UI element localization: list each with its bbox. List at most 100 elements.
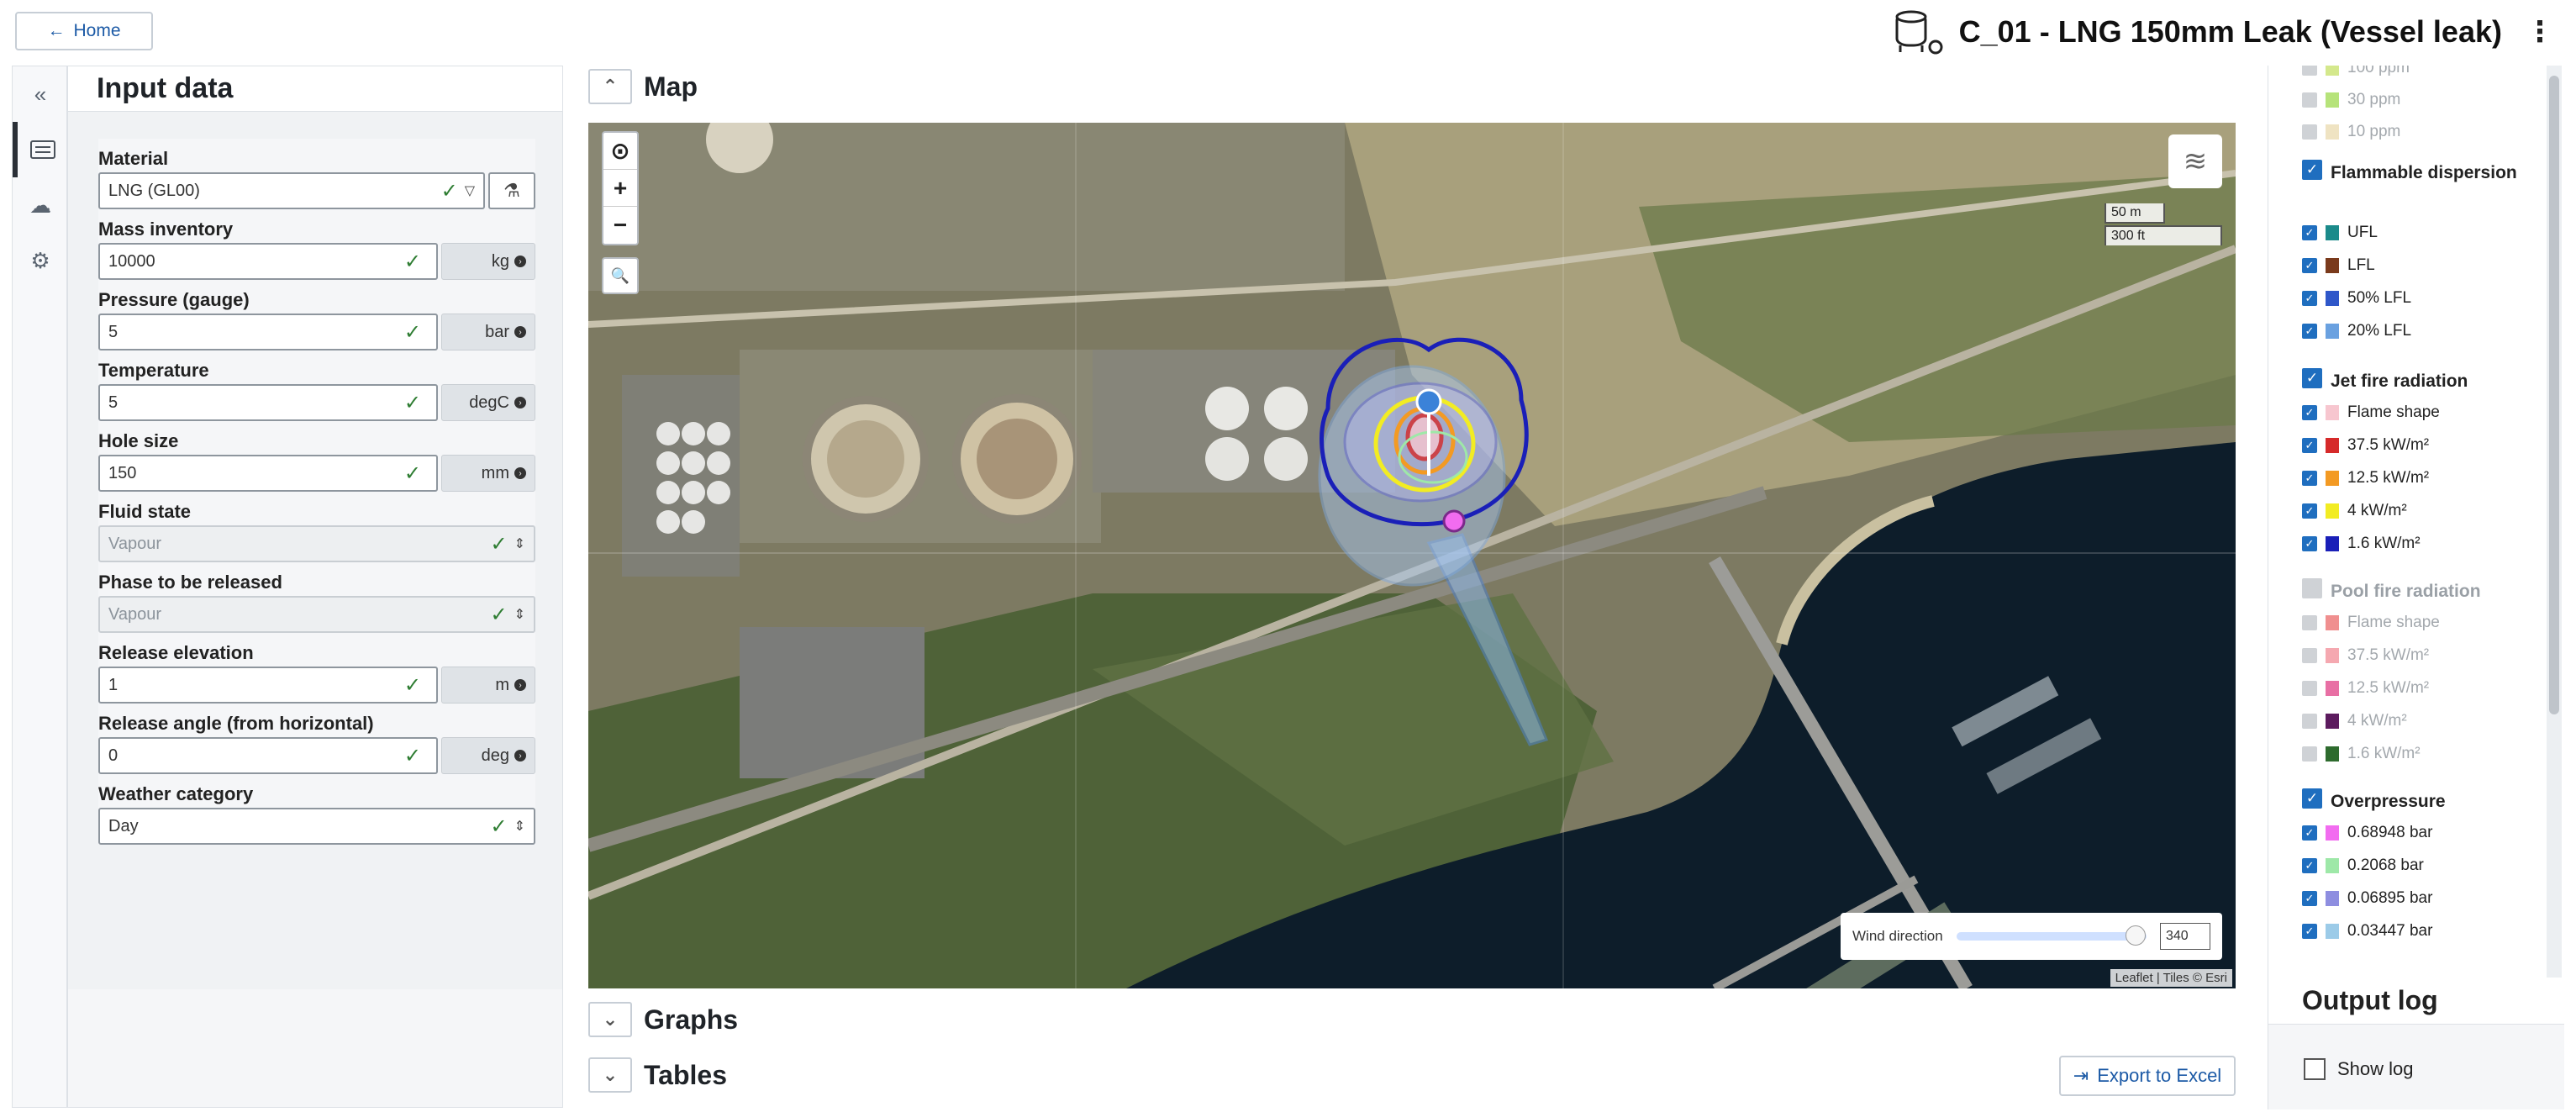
field-input[interactable]: 10000 ✓	[98, 243, 438, 280]
legend-item[interactable]: ✓ 0.2068 bar	[2302, 856, 2424, 875]
legend-checkbox[interactable]: ✓	[2302, 438, 2317, 453]
legend-checkbox[interactable]: ✓	[2302, 924, 2317, 939]
legend-item[interactable]: 100 ppm	[2302, 66, 2410, 77]
legend-item[interactable]: ✓ UFL	[2302, 224, 2378, 242]
zoom-out-button[interactable]: −	[603, 207, 637, 244]
legend-checkbox[interactable]: ✓	[2302, 225, 2317, 240]
settings-gear-icon[interactable]: ⚙	[13, 233, 68, 288]
unit-selector[interactable]: mm ›	[441, 455, 535, 492]
legend-group-checkbox[interactable]: ✓	[2302, 788, 2322, 809]
legend-item[interactable]: ✓ 0.06895 bar	[2302, 889, 2432, 908]
dropdown-arrow-icon[interactable]: ▽	[465, 182, 475, 199]
legend-checkbox[interactable]: ✓	[2302, 291, 2317, 306]
legend-scrollbar[interactable]	[2547, 66, 2562, 978]
field-input[interactable]: LNG (GL00) ✓ ▽	[98, 172, 485, 209]
home-button[interactable]: ← Home	[15, 12, 153, 50]
legend-group[interactable]: ✓ Flammable dispersion	[2302, 160, 2524, 187]
layers-icon[interactable]: ≋	[2168, 134, 2222, 188]
unit-selector[interactable]: kg ›	[441, 243, 535, 280]
map-view[interactable]: ⊙ + − 🔍 ≋ 50 m 300 ft Wind direction 340…	[588, 123, 2236, 988]
legend-item[interactable]: Flame shape	[2302, 614, 2440, 632]
legend-group[interactable]: Pool fire radiation	[2302, 578, 2524, 605]
dropdown-arrow-icon[interactable]: ⇕	[514, 818, 525, 835]
unit-selector[interactable]: deg ›	[441, 737, 535, 774]
field-input[interactable]: 1 ✓	[98, 667, 438, 704]
legend-item[interactable]: ✓ 1.6 kW/m²	[2302, 535, 2421, 553]
legend-item[interactable]: 30 ppm	[2302, 91, 2400, 109]
legend-item-label: 12.5 kW/m²	[2347, 469, 2430, 487]
legend-checkbox[interactable]: ✓	[2302, 258, 2317, 273]
legend-checkbox[interactable]	[2302, 92, 2317, 108]
legend-checkbox[interactable]: ✓	[2302, 536, 2317, 551]
legend-checkbox[interactable]	[2302, 615, 2317, 630]
unit-selector[interactable]: m ›	[441, 667, 535, 704]
tables-expand-button[interactable]: ⌄	[588, 1057, 632, 1093]
legend-item[interactable]: ✓ 0.03447 bar	[2302, 922, 2432, 941]
material-properties-flask-icon[interactable]: ⚗	[488, 172, 535, 209]
export-to-excel-button[interactable]: ⇥ Export to Excel	[2059, 1056, 2236, 1096]
legend-checkbox[interactable]: ✓	[2302, 503, 2317, 519]
more-options-icon[interactable]: ⋮	[2526, 15, 2554, 49]
weather-tab-icon[interactable]: ☁	[13, 177, 68, 233]
legend-item[interactable]: 10 ppm	[2302, 123, 2400, 141]
zoom-in-button[interactable]: +	[603, 170, 637, 207]
legend-list[interactable]: 100 ppm 30 ppm 10 ppm ✓ Flammable dispersion…	[2268, 66, 2564, 978]
legend-item-label: 1.6 kW/m²	[2347, 535, 2421, 552]
wind-direction-slider[interactable]	[1956, 925, 2147, 946]
legend-item[interactable]: 4 kW/m²	[2302, 712, 2407, 730]
map-search-icon[interactable]: 🔍	[602, 257, 639, 294]
legend-checkbox[interactable]	[2302, 124, 2317, 140]
legend-checkbox[interactable]	[2302, 681, 2317, 696]
legend-item[interactable]: ✓ Flame shape	[2302, 403, 2440, 422]
legend-item[interactable]: ✓ 37.5 kW/m²	[2302, 436, 2429, 455]
legend-checkbox[interactable]	[2302, 648, 2317, 663]
legend-item[interactable]: 1.6 kW/m²	[2302, 745, 2421, 763]
valid-check-icon: ✓	[490, 603, 508, 626]
field-input[interactable]: 0 ✓	[98, 737, 438, 774]
legend-checkbox[interactable]: ✓	[2302, 324, 2317, 339]
wind-direction-input[interactable]: 340	[2160, 923, 2210, 950]
legend-item[interactable]: 37.5 kW/m²	[2302, 646, 2429, 665]
field-row: 5 ✓ degC ›	[98, 384, 535, 421]
legend-item[interactable]: ✓ LFL	[2302, 256, 2375, 275]
dropdown-arrow-icon[interactable]: ⇕	[514, 606, 525, 623]
map-attribution[interactable]: Leaflet | Tiles © Esri	[2110, 969, 2232, 987]
legend-group-checkbox[interactable]: ✓	[2302, 368, 2322, 388]
legend-checkbox[interactable]: ✓	[2302, 471, 2317, 486]
legend-item[interactable]: ✓ 0.68948 bar	[2302, 824, 2432, 842]
locate-icon[interactable]: ⊙	[603, 133, 637, 170]
legend-checkbox[interactable]: ✓	[2302, 858, 2317, 873]
legend-checkbox[interactable]	[2302, 714, 2317, 729]
dropdown-arrow-icon[interactable]: ⇕	[514, 535, 525, 552]
show-log-toggle[interactable]: Show log	[2304, 1058, 2414, 1080]
field-input[interactable]: 5 ✓	[98, 384, 438, 421]
legend-checkbox[interactable]	[2302, 66, 2317, 76]
legend-group[interactable]: ✓ Jet fire radiation	[2302, 368, 2524, 395]
wind-slider-thumb[interactable]	[2126, 925, 2147, 946]
legend-item[interactable]: 12.5 kW/m²	[2302, 679, 2429, 698]
input-data-tab-icon[interactable]	[13, 122, 68, 177]
field-row: 1 ✓ m ›	[98, 667, 535, 704]
legend-group-checkbox[interactable]: ✓	[2302, 160, 2322, 180]
field-input[interactable]: 5 ✓	[98, 314, 438, 350]
legend-item[interactable]: ✓ 20% LFL	[2302, 322, 2411, 340]
legend-checkbox[interactable]: ✓	[2302, 825, 2317, 841]
unit-selector[interactable]: degC ›	[441, 384, 535, 421]
legend-item[interactable]: ✓ 50% LFL	[2302, 289, 2411, 308]
legend-checkbox[interactable]	[2302, 746, 2317, 762]
graphs-expand-button[interactable]: ⌄	[588, 1002, 632, 1037]
legend-item[interactable]: ✓ 4 kW/m²	[2302, 502, 2407, 520]
legend-group[interactable]: ✓ Overpressure	[2302, 788, 2524, 815]
show-log-checkbox[interactable]	[2304, 1058, 2326, 1080]
field-input[interactable]: 150 ✓	[98, 455, 438, 492]
unit-selector[interactable]: bar ›	[441, 314, 535, 350]
legend-item[interactable]: ✓ 12.5 kW/m²	[2302, 469, 2429, 487]
legend-checkbox[interactable]: ✓	[2302, 891, 2317, 906]
collapse-panel-icon[interactable]: «	[13, 66, 68, 122]
map-collapse-button[interactable]: ⌃	[588, 69, 632, 104]
field-label: Fluid state	[98, 501, 192, 522]
legend-checkbox[interactable]: ✓	[2302, 405, 2317, 420]
field-input[interactable]: Day ✓ ⇕	[98, 808, 535, 845]
unit-menu-icon: ›	[514, 256, 526, 267]
legend-group-checkbox[interactable]	[2302, 578, 2322, 598]
